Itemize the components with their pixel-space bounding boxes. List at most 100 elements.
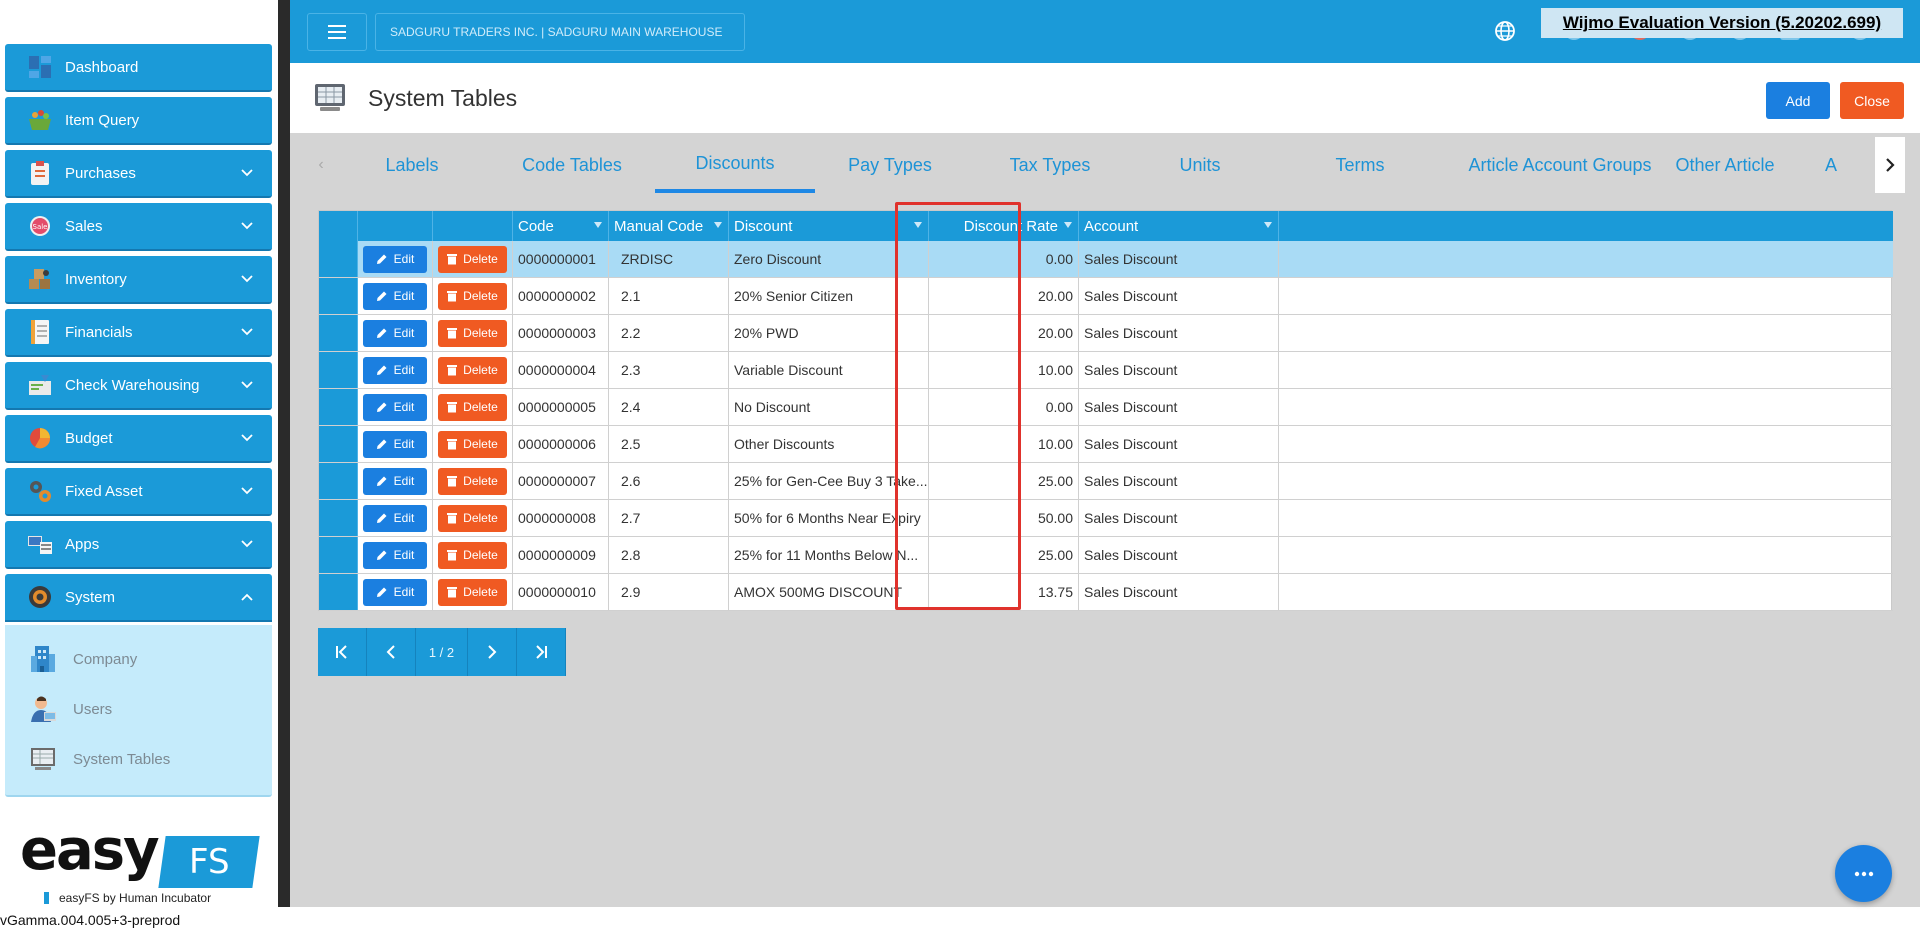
edit-button[interactable]: Edit: [363, 319, 427, 347]
tab-a[interactable]: A: [1825, 137, 1865, 193]
row-header[interactable]: [319, 537, 358, 573]
edit-button[interactable]: Edit: [363, 356, 427, 384]
submenu-item-system-tables[interactable]: System Tables: [27, 741, 170, 777]
code-cell[interactable]: 0000000006: [513, 426, 609, 462]
row-header[interactable]: [319, 352, 358, 388]
code-cell[interactable]: 0000000002: [513, 278, 609, 314]
discount-cell[interactable]: 50% for 6 Months Near Expiry: [729, 500, 929, 536]
table-row[interactable]: Edit Delete 0000000002 2.1 20% Senior Citize…: [319, 278, 1893, 315]
delete-button[interactable]: Delete: [438, 504, 507, 532]
account-cell[interactable]: Sales Discount: [1079, 315, 1279, 351]
delete-button[interactable]: Delete: [438, 541, 507, 569]
tabs-scroll-right-button[interactable]: [1875, 137, 1905, 193]
account-cell[interactable]: Sales Discount: [1079, 352, 1279, 388]
company-selector[interactable]: SADGURU TRADERS INC. | SADGURU MAIN WARE…: [375, 13, 745, 51]
tab-tax-types[interactable]: Tax Types: [975, 137, 1125, 193]
delete-button[interactable]: Delete: [438, 393, 507, 421]
filter-icon[interactable]: [594, 222, 602, 228]
tab-other-article[interactable]: Other Article: [1655, 137, 1795, 193]
discount-cell[interactable]: 20% PWD: [729, 315, 929, 351]
discount-rate-cell[interactable]: 10.00: [929, 426, 1079, 462]
sidebar-item-check-warehousing[interactable]: Check Warehousing: [5, 362, 272, 410]
table-row[interactable]: Edit Delete 0000000010 2.9 AMOX 500MG DISCOU…: [319, 574, 1893, 611]
sidebar-item-budget[interactable]: Budget: [5, 415, 272, 463]
discount-rate-cell[interactable]: 25.00: [929, 537, 1079, 573]
filter-icon[interactable]: [914, 222, 922, 228]
sidebar-item-system[interactable]: System: [5, 574, 272, 622]
delete-button[interactable]: Delete: [438, 282, 507, 310]
delete-button[interactable]: Delete: [438, 319, 507, 347]
more-actions-button[interactable]: [1835, 845, 1892, 902]
edit-button[interactable]: Edit: [363, 430, 427, 458]
row-header[interactable]: [319, 463, 358, 499]
submenu-item-users[interactable]: Users: [27, 691, 112, 727]
code-cell[interactable]: 0000000001: [513, 241, 609, 277]
tab-terms[interactable]: Terms: [1295, 137, 1425, 193]
account-cell[interactable]: Sales Discount: [1079, 389, 1279, 425]
manual-code-cell[interactable]: 2.2: [609, 315, 729, 351]
row-header[interactable]: [319, 278, 358, 314]
discount-cell[interactable]: Other Discounts: [729, 426, 929, 462]
edit-button[interactable]: Edit: [363, 504, 427, 532]
manual-code-cell[interactable]: 2.8: [609, 537, 729, 573]
delete-button[interactable]: Delete: [438, 467, 507, 495]
manual-code-cell[interactable]: 2.9: [609, 574, 729, 610]
sidebar-item-financials[interactable]: Financials: [5, 309, 272, 357]
row-header[interactable]: [319, 315, 358, 351]
manual-code-cell[interactable]: 2.4: [609, 389, 729, 425]
column-header-code[interactable]: Code: [513, 211, 609, 241]
code-cell[interactable]: 0000000005: [513, 389, 609, 425]
filter-icon[interactable]: [1064, 222, 1072, 228]
column-header-discount[interactable]: Discount: [729, 211, 929, 241]
discount-rate-cell[interactable]: 13.75: [929, 574, 1079, 610]
sidebar-item-purchases[interactable]: Purchases: [5, 150, 272, 198]
filter-icon[interactable]: [1264, 222, 1272, 228]
table-row[interactable]: Edit Delete 0000000006 2.5 Other Discounts 10…: [319, 426, 1893, 463]
discount-rate-cell[interactable]: 10.00: [929, 352, 1079, 388]
sidebar-item-fixed-asset[interactable]: Fixed Asset: [5, 468, 272, 516]
account-cell[interactable]: Sales Discount: [1079, 241, 1279, 277]
manual-code-cell[interactable]: 2.7: [609, 500, 729, 536]
discount-cell[interactable]: 20% Senior Citizen: [729, 278, 929, 314]
table-row[interactable]: Edit Delete 0000000007 2.6 25% for Gen-Cee B…: [319, 463, 1893, 500]
sidebar-item-apps[interactable]: Apps: [5, 521, 272, 569]
sidebar-item-item-query[interactable]: Item Query: [5, 97, 272, 145]
account-cell[interactable]: Sales Discount: [1079, 537, 1279, 573]
account-cell[interactable]: Sales Discount: [1079, 426, 1279, 462]
edit-button[interactable]: Edit: [363, 467, 427, 495]
sidebar-scrollbar[interactable]: [278, 0, 290, 907]
column-header-account[interactable]: Account: [1079, 211, 1279, 241]
edit-button[interactable]: Edit: [363, 282, 427, 310]
tab-article-account-groups[interactable]: Article Account Groups: [1455, 137, 1665, 193]
account-cell[interactable]: Sales Discount: [1079, 500, 1279, 536]
sidebar-item-sales[interactable]: Sale Sales: [5, 203, 272, 251]
delete-button[interactable]: Delete: [438, 578, 507, 606]
discount-rate-cell[interactable]: 20.00: [929, 315, 1079, 351]
tab-labels[interactable]: Labels: [352, 137, 472, 193]
tab-code-tables[interactable]: Code Tables: [498, 137, 646, 193]
edit-button[interactable]: Edit: [363, 578, 427, 606]
discount-cell[interactable]: No Discount: [729, 389, 929, 425]
evaluation-banner[interactable]: Wijmo Evaluation Version (5.20202.699): [1541, 8, 1903, 38]
row-header[interactable]: [319, 241, 358, 277]
delete-button[interactable]: Delete: [438, 356, 507, 384]
code-cell[interactable]: 0000000003: [513, 315, 609, 351]
column-header-discount-rate[interactable]: Discount Rate: [929, 211, 1079, 241]
tabs-scroll-left-button[interactable]: ‹: [310, 137, 332, 193]
edit-button[interactable]: Edit: [363, 541, 427, 569]
table-row[interactable]: Edit Delete 0000000005 2.4 No Discount 0.00 Sa…: [319, 389, 1893, 426]
add-button[interactable]: Add: [1766, 82, 1830, 119]
table-row[interactable]: Edit Delete 0000000008 2.7 50% for 6 Months …: [319, 500, 1893, 537]
code-cell[interactable]: 0000000004: [513, 352, 609, 388]
discount-cell[interactable]: 25% for Gen-Cee Buy 3 Take...: [729, 463, 929, 499]
last-page-button[interactable]: [517, 628, 566, 676]
row-header[interactable]: [319, 500, 358, 536]
globe-icon[interactable]: [1494, 20, 1516, 42]
first-page-button[interactable]: [318, 628, 367, 676]
column-header-manual-code[interactable]: Manual Code: [609, 211, 729, 241]
discount-rate-cell[interactable]: 0.00: [929, 389, 1079, 425]
submenu-item-company[interactable]: Company: [27, 641, 137, 677]
code-cell[interactable]: 0000000007: [513, 463, 609, 499]
delete-button[interactable]: Delete: [438, 245, 507, 273]
manual-code-cell[interactable]: ZRDISC: [609, 241, 729, 277]
